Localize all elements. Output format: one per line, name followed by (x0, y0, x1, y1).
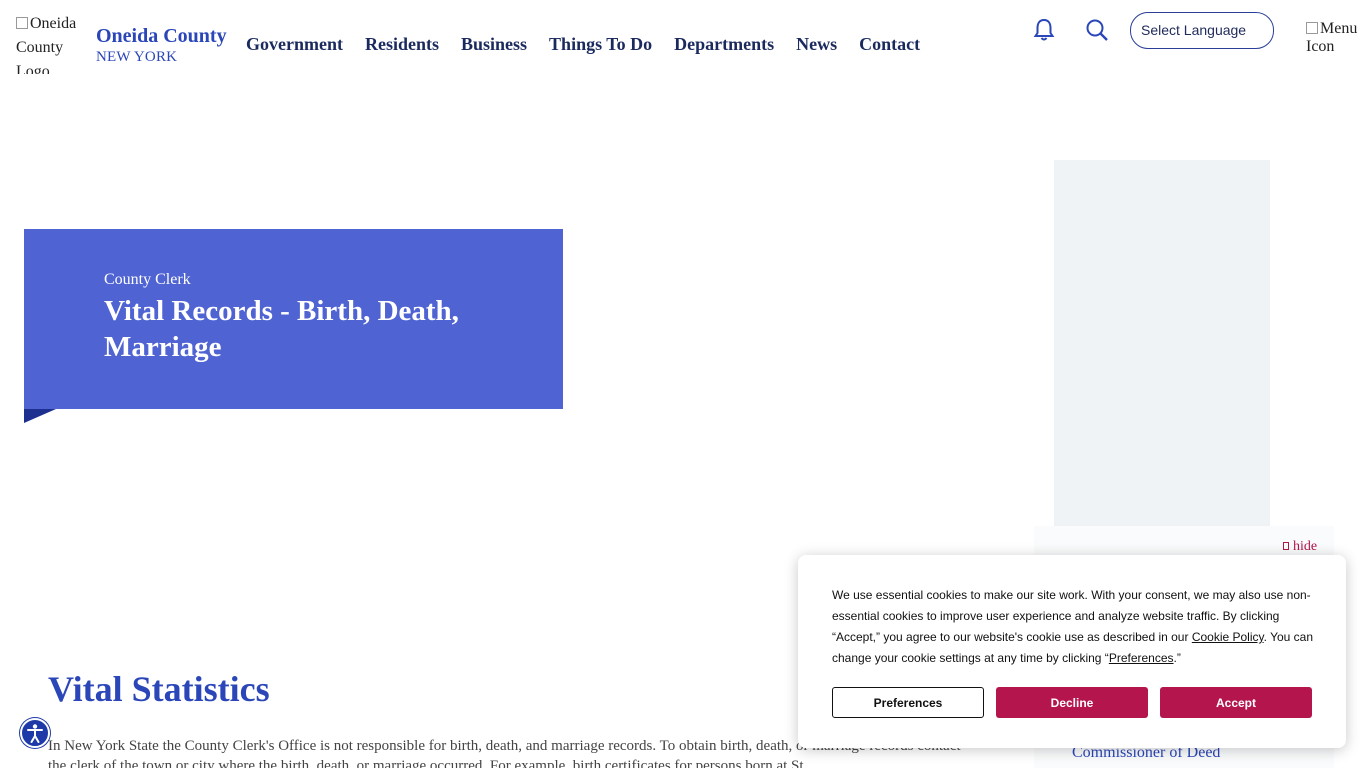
nav-news[interactable]: News (796, 32, 837, 56)
language-select[interactable]: Select Language (1130, 12, 1274, 49)
nav-business[interactable]: Business (461, 32, 527, 56)
hero-banner: County Clerk Vital Records - Birth, Deat… (24, 229, 563, 409)
section-heading: Vital Statistics (48, 669, 270, 709)
hide-icon (1283, 542, 1289, 550)
nav-contact[interactable]: Contact (859, 32, 920, 56)
accessibility-icon (27, 724, 43, 743)
broken-image-icon (1306, 22, 1318, 34)
brand[interactable]: Oneida County NEW YORK (96, 24, 227, 66)
cookie-banner: We use essential cookies to make our sit… (798, 555, 1346, 748)
hide-toggle[interactable]: hide (1283, 539, 1317, 555)
hero-kicker[interactable]: County Clerk (104, 271, 191, 289)
nav-government[interactable]: Government (246, 32, 343, 56)
hide-label: hide (1293, 539, 1318, 554)
cookie-message: We use essential cookies to make our sit… (832, 585, 1314, 669)
search-icon[interactable] (1083, 16, 1111, 44)
sidebar-image-placeholder (1054, 160, 1270, 526)
county-logo[interactable]: Oneida County Logo (16, 12, 86, 74)
preferences-link[interactable]: Preferences (1109, 651, 1174, 665)
bell-icon[interactable] (1030, 16, 1058, 44)
site-header: Oneida County Logo Oneida County NEW YOR… (0, 0, 1366, 90)
brand-name: Oneida County (96, 25, 227, 47)
cookie-policy-link[interactable]: Cookie Policy (1192, 630, 1264, 644)
brand-subtitle: NEW YORK (96, 49, 178, 65)
accessibility-button[interactable] (20, 718, 50, 748)
nav-residents[interactable]: Residents (365, 32, 439, 56)
hero-fold-decoration (24, 409, 56, 423)
menu-icon[interactable]: Menu Icon (1306, 20, 1366, 60)
main-nav: Government Residents Business Things To … (246, 32, 942, 56)
broken-image-icon (16, 17, 28, 29)
nav-things-to-do[interactable]: Things To Do (549, 32, 652, 56)
preferences-button[interactable]: Preferences (832, 687, 984, 718)
decline-button[interactable]: Decline (996, 687, 1148, 718)
cookie-text-part: .” (1173, 651, 1181, 665)
page-title: Vital Records - Birth, Death, Marriage (104, 295, 459, 363)
accept-button[interactable]: Accept (1160, 687, 1312, 718)
nav-departments[interactable]: Departments (674, 32, 774, 56)
